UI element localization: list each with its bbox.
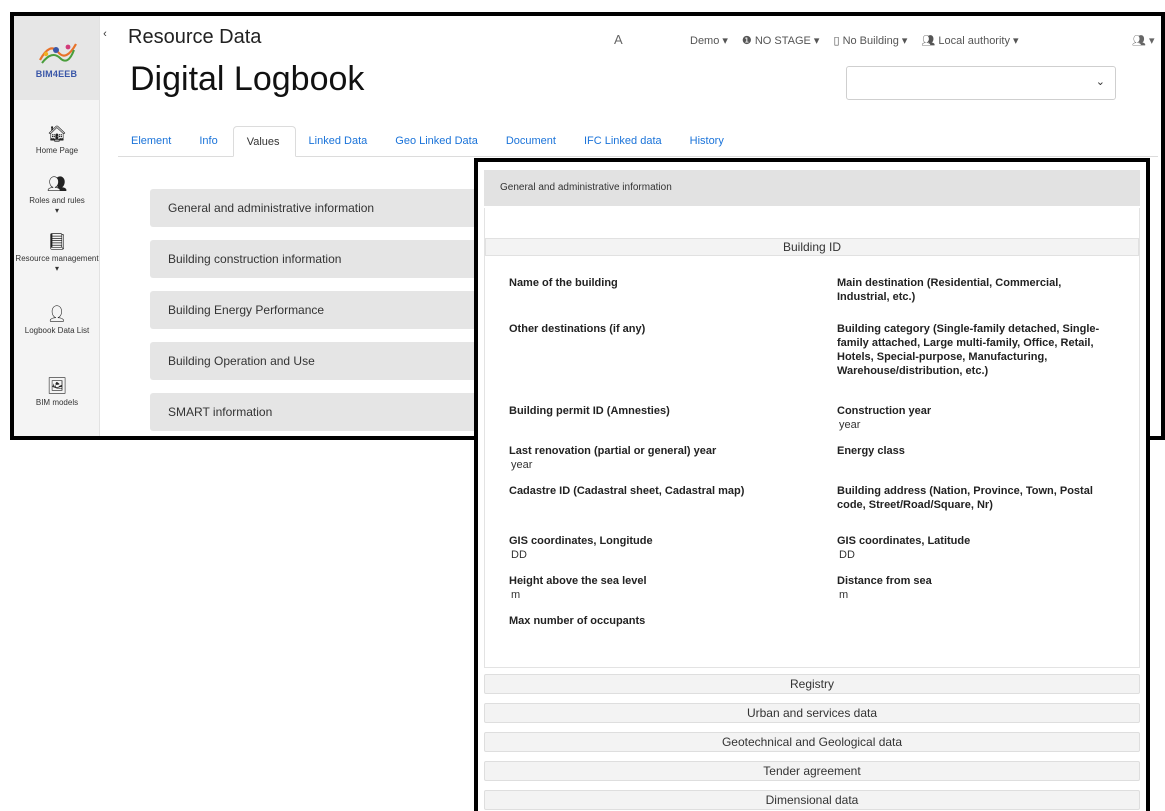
field-unit: m <box>511 589 521 601</box>
home-icon: 🏠︎ <box>46 126 68 143</box>
sidebar: BIM4EEB 🏠︎ Home Page 👥︎ Roles and rules … <box>14 16 100 436</box>
field-gis-latitude: GIS coordinates, Latitude DD <box>837 534 1112 562</box>
field-label: Construction year <box>837 405 932 417</box>
tab-linked-data[interactable]: Linked Data <box>296 126 383 157</box>
field-height-above-sea: Height above the sea level m <box>509 574 809 602</box>
accordion-construction-info[interactable]: Building construction information <box>150 240 490 278</box>
field-label: Energy class <box>837 445 905 457</box>
accordion-energy-performance[interactable]: Building Energy Performance <box>150 291 490 329</box>
sidebar-item-logbook-data-list[interactable]: 👤︎ Logbook Data List <box>14 306 100 336</box>
tab-geo-linked-data[interactable]: Geo Linked Data <box>382 126 493 157</box>
resource-select[interactable]: ⌄ <box>846 66 1116 100</box>
field-label: Max number of occupants <box>509 615 646 627</box>
field-gis-longitude: GIS coordinates, Longitude DD <box>509 534 809 562</box>
field-unit: year <box>511 459 533 471</box>
logo-icon <box>38 42 77 64</box>
field-unit: DD <box>839 549 855 561</box>
field-label: GIS coordinates, Latitude <box>837 535 971 547</box>
field-cadastre-id: Cadastre ID (Cadastral sheet, Cadastral … <box>509 484 809 498</box>
chevron-down-icon: ▾ <box>54 206 59 215</box>
section-tender-agreement[interactable]: Tender agreement <box>484 761 1140 781</box>
logo-text: BIM4EEB <box>35 68 78 79</box>
field-building-address: Building address (Nation, Province, Town… <box>837 484 1112 512</box>
users-icon: 👥︎ <box>46 176 68 193</box>
sidebar-item-resource-management[interactable]: 📘︎ Resource management ▾ <box>14 234 100 274</box>
field-label: GIS coordinates, Longitude <box>509 535 653 547</box>
accordion-smart-info[interactable]: SMART information <box>150 393 490 431</box>
sidebar-item-label: Resource management <box>15 254 99 263</box>
field-other-destinations: Other destinations (if any) <box>509 322 809 336</box>
field-label: Main destination (Residential, Commercia… <box>837 277 1062 303</box>
sidebar-item-label: BIM models <box>35 398 79 407</box>
image-icon: 🖼︎ <box>46 378 68 395</box>
field-max-occupants: Max number of occupants <box>509 614 809 628</box>
field-label: Other destinations (if any) <box>509 323 646 335</box>
sidebar-item-home[interactable]: 🏠︎ Home Page <box>14 126 100 156</box>
sidebar-item-bim-models[interactable]: 🖼︎ BIM models <box>14 378 100 408</box>
logo[interactable]: BIM4EEB <box>14 16 99 100</box>
field-label: Name of the building <box>509 277 618 289</box>
chevron-down-icon: ⌄ <box>1095 76 1105 88</box>
tab-bar: Element Info Values Linked Data Geo Link… <box>118 126 1158 157</box>
sidebar-item-label: Home Page <box>35 146 79 155</box>
field-label: Building category (Single-family detache… <box>837 323 1100 377</box>
tab-history[interactable]: History <box>677 126 739 157</box>
panel-body: Building ID Name of the building Main de… <box>484 208 1140 668</box>
field-building-permit-id: Building permit ID (Amnesties) <box>509 404 809 418</box>
field-distance-from-sea: Distance from sea m <box>837 574 1112 602</box>
tab-info[interactable]: Info <box>186 126 232 157</box>
field-energy-class: Energy class <box>837 444 1112 458</box>
sidebar-item-label: Roles and rules <box>29 196 85 205</box>
section-dimensional-data[interactable]: Dimensional data <box>484 790 1140 810</box>
field-label: Cadastre ID (Cadastral sheet, Cadastral … <box>509 485 745 497</box>
page-title: Digital Logbook <box>130 60 365 98</box>
role-dropdown[interactable]: 👥︎ Local authority ▾ <box>921 34 1018 47</box>
field-building-category: Building category (Single-family detache… <box>837 322 1112 378</box>
general-info-panel: General and administrative information B… <box>474 158 1150 811</box>
topbar: Demo ▾ ❶ NO STAGE ▾ ▯ No Building ▾ 👥︎ L… <box>690 34 1033 47</box>
section-geotechnical[interactable]: Geotechnical and Geological data <box>484 732 1140 752</box>
field-unit: DD <box>511 549 527 561</box>
field-name-of-building: Name of the building <box>509 276 809 290</box>
book-icon: 📘︎ <box>46 234 68 251</box>
tab-ifc-linked-data[interactable]: IFC Linked data <box>571 126 677 157</box>
tab-document[interactable]: Document <box>493 126 571 157</box>
sidebar-collapse-button[interactable]: ‹ <box>98 26 112 42</box>
sidebar-item-label: Logbook Data List <box>24 326 90 335</box>
tab-element[interactable]: Element <box>118 126 186 157</box>
project-dropdown[interactable]: Demo ▾ <box>690 34 728 47</box>
field-main-destination: Main destination (Residential, Commercia… <box>837 276 1112 304</box>
user-menu[interactable]: 👥︎ ▾ <box>1132 34 1155 47</box>
panel-header[interactable]: General and administrative information <box>484 170 1140 206</box>
field-unit: m <box>839 589 849 601</box>
field-construction-year: Construction year year <box>837 404 1112 432</box>
accordion-general-info[interactable]: General and administrative information <box>150 189 490 227</box>
sidebar-item-roles[interactable]: 👥︎ Roles and rules ▾ <box>14 176 100 216</box>
field-label: Building permit ID (Amnesties) <box>509 405 670 417</box>
field-label: Building address (Nation, Province, Town… <box>837 485 1093 511</box>
building-id-section[interactable]: Building ID <box>485 238 1139 256</box>
accordion-operation-use[interactable]: Building Operation and Use <box>150 342 490 380</box>
field-label: Distance from sea <box>837 575 932 587</box>
tab-values[interactable]: Values <box>232 126 296 157</box>
field-last-renovation-year: Last renovation (partial or general) yea… <box>509 444 809 472</box>
building-dropdown[interactable]: ▯ No Building ▾ <box>833 34 907 47</box>
field-label: Height above the sea level <box>509 575 647 587</box>
field-label: Last renovation (partial or general) yea… <box>509 445 717 457</box>
chevron-down-icon: ▾ <box>54 264 59 273</box>
logbook-icon: 👤︎ <box>46 306 68 323</box>
stage-dropdown[interactable]: ❶ NO STAGE ▾ <box>742 34 820 47</box>
section-registry[interactable]: Registry <box>484 674 1140 694</box>
field-unit: year <box>839 419 861 431</box>
page-subtitle: Resource Data <box>128 26 262 48</box>
translate-icon[interactable]: A <box>614 32 623 47</box>
section-urban-services[interactable]: Urban and services data <box>484 703 1140 723</box>
